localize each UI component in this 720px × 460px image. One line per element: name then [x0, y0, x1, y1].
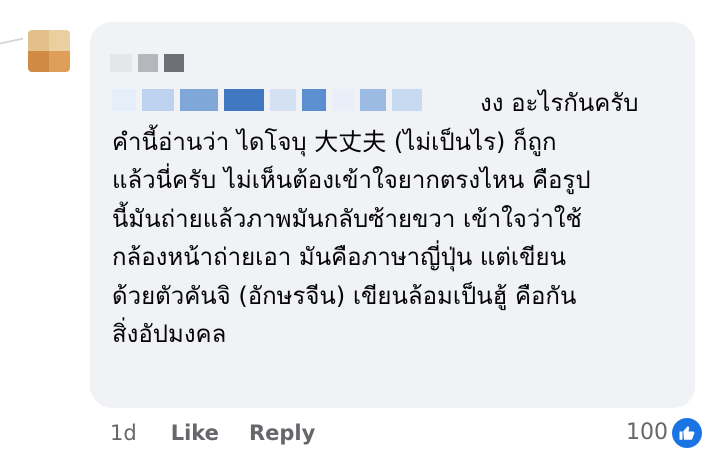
avatar[interactable] [28, 30, 70, 72]
comment-line: ด้วยตัวคันจิ (อักษรจีน) เขียนล้อมเป็นฮู้… [112, 281, 577, 310]
comment-text: งง อะไรกันครับ คำนี้อ่านว่า ไดโจบุ 大丈夫 (… [112, 84, 687, 354]
comment-line: คำนี้อ่านว่า ไดโจบุ 大丈夫 (ไม่เป็นไร) ก็ถู… [112, 127, 557, 156]
reaction-count[interactable]: 100 [626, 418, 668, 448]
comment-line: แล้วนี่ครับ ไม่เห็นต้องเข้าใจยากตรงไหน ค… [112, 166, 591, 194]
like-button[interactable]: Like [171, 421, 219, 445]
comment-line: นี้มันถ่ายแล้วภาพมันกลับซ้ายขวา เข้าใจว่… [112, 204, 582, 233]
commenter-name-redacted[interactable] [110, 54, 184, 72]
timestamp-link[interactable]: 1d [110, 421, 137, 445]
comment-bubble: งง อะไรกันครับ คำนี้อ่านว่า ไดโจบุ 大丈夫 (… [90, 22, 695, 408]
like-thumb-icon[interactable] [672, 418, 702, 448]
comment-line: สิ่งอัปมงคล [112, 320, 227, 348]
reply-button[interactable]: Reply [249, 421, 315, 445]
comment-line: งง อะไรกันครับ [480, 89, 639, 117]
comment-actions: 1d Like Reply [110, 418, 704, 448]
comment-line: กล้องหน้าถ่ายเอา มันคือภาษาญี่ปุ่น แต่เข… [112, 243, 567, 271]
thread-connector-line [0, 37, 25, 51]
